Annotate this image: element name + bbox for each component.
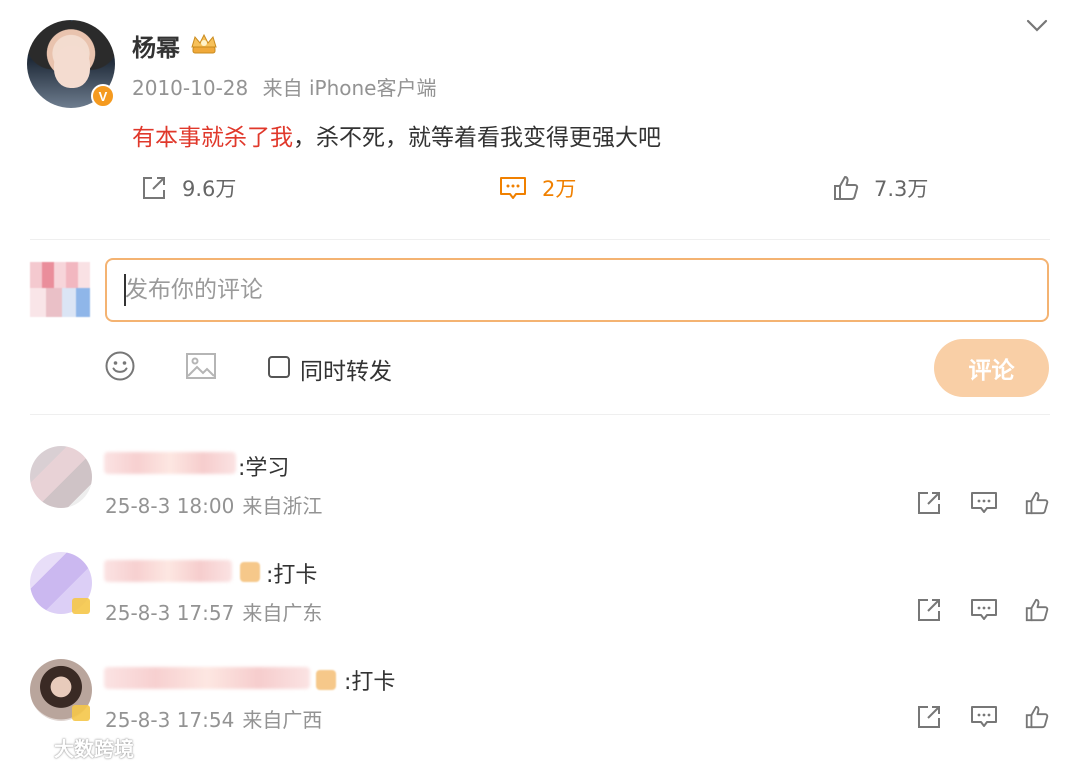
also-repost-label[interactable]: 同时转发 — [300, 352, 392, 386]
also-repost-checkbox[interactable] — [268, 356, 290, 378]
divider — [30, 414, 1050, 415]
repost-icon[interactable] — [916, 490, 944, 516]
watermark-text: 大数跨境 — [54, 737, 134, 761]
comment-meta: 25-8-3 17:57 来自广东 — [105, 597, 322, 626]
comment-icon — [500, 177, 526, 199]
weibo-post-page: V 杨幂 2010-10-28 来自 iPhone客户端 有本事就杀了我，杀不死… — [0, 0, 1080, 767]
repost-icon[interactable] — [916, 704, 944, 730]
commenter-name-blurred[interactable] — [104, 667, 310, 689]
comment-text: :学习 — [238, 456, 290, 481]
commenter-level-icon — [240, 562, 260, 582]
comment-date: 25-8-3 18:00 — [105, 494, 235, 518]
thumbs-up-icon[interactable] — [1024, 597, 1050, 623]
comment-actions — [916, 597, 1050, 623]
comment-text: :打卡 — [266, 563, 318, 588]
current-user-avatar — [30, 262, 90, 317]
comment-date: 25-8-3 17:54 — [105, 708, 235, 732]
comment-icon[interactable] — [970, 704, 998, 730]
post-date[interactable]: 2010-10-28 — [132, 76, 248, 100]
text-caret — [124, 274, 126, 306]
thumbs-up-icon — [834, 176, 859, 200]
like-button[interactable]: 7.3万 — [832, 170, 928, 206]
thumbs-up-icon[interactable] — [1024, 704, 1050, 730]
post-text-highlight: 有本事就杀了我 — [132, 125, 293, 151]
thumbs-up-icon[interactable] — [1024, 490, 1050, 516]
author-name[interactable]: 杨幂 — [132, 28, 180, 63]
member-crown-icon — [191, 33, 217, 54]
submit-comment-button[interactable]: 评论 — [934, 339, 1049, 397]
comment-date: 25-8-3 17:57 — [105, 601, 235, 625]
comment-toggle-button[interactable]: 2万 — [498, 170, 576, 206]
repost-icon — [143, 177, 165, 199]
comment-location: 来自广东 — [242, 601, 323, 625]
post-source: 来自 iPhone客户端 — [262, 76, 437, 100]
comment-text: :打卡 — [344, 670, 396, 695]
post-text-rest: ，杀不死，就等着看我变得更强大吧 — [293, 125, 661, 151]
like-count: 7.3万 — [874, 177, 929, 201]
commenter-level-icon — [316, 670, 336, 690]
comment-location: 来自广西 — [242, 708, 323, 732]
comment-location: 来自浙江 — [242, 494, 323, 518]
commenter-avatar[interactable] — [30, 446, 92, 508]
divider — [30, 239, 1050, 240]
comment-actions — [916, 704, 1050, 730]
watermark: 大数跨境 — [8, 733, 134, 762]
image-upload-icon[interactable] — [185, 350, 217, 382]
comment-actions — [916, 490, 1050, 516]
post-text: 有本事就杀了我，杀不死，就等着看我变得更强大吧 — [132, 118, 661, 152]
comment-icon[interactable] — [970, 597, 998, 623]
commenter-badge-icon — [72, 705, 90, 721]
commenter-name-blurred[interactable] — [104, 452, 236, 474]
comment-icon[interactable] — [970, 490, 998, 516]
repost-icon[interactable] — [916, 597, 944, 623]
commenter-name-blurred[interactable] — [104, 560, 232, 582]
repost-count: 9.6万 — [182, 177, 237, 201]
comment-meta: 25-8-3 18:00 来自浙江 — [105, 490, 322, 519]
repost-button[interactable]: 9.6万 — [140, 170, 236, 206]
chevron-down-icon[interactable] — [1024, 16, 1050, 36]
commenter-badge-icon — [72, 598, 90, 614]
verified-badge-icon: V — [91, 84, 115, 108]
post-meta: 2010-10-28 来自 iPhone客户端 — [132, 72, 436, 101]
comment-count: 2万 — [542, 177, 577, 201]
comment-input[interactable] — [105, 258, 1049, 322]
emoji-icon[interactable] — [104, 350, 136, 382]
watermark-logo-icon — [8, 737, 47, 756]
comment-meta: 25-8-3 17:54 来自广西 — [105, 704, 322, 733]
